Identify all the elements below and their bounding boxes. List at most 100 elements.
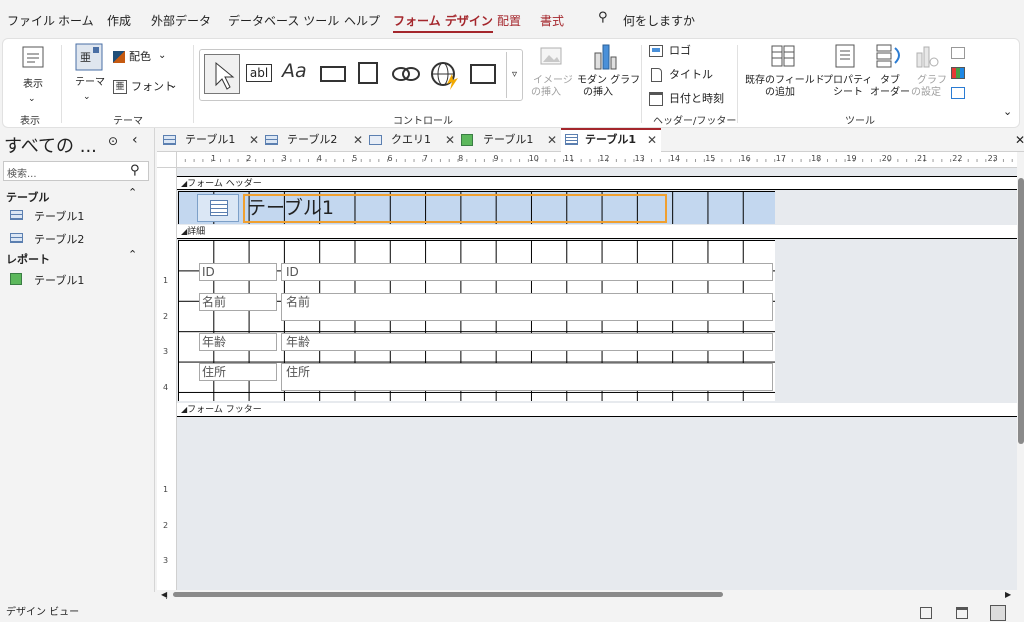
horizontal-scrollbar[interactable]: ◀ ▶ xyxy=(157,590,1017,599)
menu-external-data[interactable]: 外部データ xyxy=(151,12,211,29)
subform-icon[interactable] xyxy=(951,87,965,99)
label-name[interactable]: 名前 xyxy=(199,293,277,311)
collapse-pane-icon[interactable]: ‹ xyxy=(132,132,138,148)
view-button[interactable]: 表示 ⌄ xyxy=(13,43,51,105)
nav-search[interactable]: 検索... ⚲ xyxy=(3,161,149,181)
tab-order-label2: オーダー xyxy=(870,87,910,98)
chart-settings-button: グラフ の設定 xyxy=(909,43,947,105)
close-icon[interactable]: ✕ xyxy=(647,130,657,150)
menu-create[interactable]: 作成 xyxy=(107,12,131,29)
insert-modern-chart-button[interactable]: モダン グラフ の挿入 xyxy=(575,43,640,105)
textbox-tool[interactable]: abl xyxy=(246,64,272,82)
collapse-ribbon-icon[interactable]: ⌄ xyxy=(1003,105,1012,118)
insert-modern-chart-label: モダン グラフ xyxy=(577,75,641,86)
menu-format[interactable]: 書式 xyxy=(540,12,564,29)
form-design-surface: 1 2 3 4 5 6 7 8 9 10 11 12 13 14 15 16 17 18 19 20 21 22 23 12… xyxy=(157,152,1024,601)
header-footer-group-label: ヘッダー/フッター xyxy=(653,116,737,127)
menu-database-tools[interactable]: データベース ツール xyxy=(228,12,339,29)
detail-band[interactable]: ◢詳細 xyxy=(177,225,1017,239)
scroll-thumb[interactable] xyxy=(173,592,723,597)
form-footer-band[interactable]: ◢フォーム フッター xyxy=(177,403,1017,417)
tab-label: テーブル1 xyxy=(585,133,636,146)
label-tool[interactable]: Aa xyxy=(282,60,307,82)
color-button[interactable]: 配色 ⌄ xyxy=(113,49,173,65)
vertical-scrollbar[interactable] xyxy=(1017,168,1024,590)
textbox-id[interactable]: ID xyxy=(281,263,773,281)
logo-button[interactable]: ロゴ xyxy=(649,43,719,59)
nav-search-input[interactable]: 検索... xyxy=(7,165,37,180)
tab-table2[interactable]: テーブル2 ✕ xyxy=(265,130,365,152)
tab-label: テーブル1 xyxy=(185,133,236,146)
chevron-up-icon[interactable]: ⌃ xyxy=(128,248,137,261)
close-icon[interactable]: ✕ xyxy=(445,130,455,150)
design-view-icon[interactable] xyxy=(990,605,1006,621)
chevron-up-icon[interactable]: ⌃ xyxy=(128,186,137,199)
ruler-tick-label: 16 xyxy=(740,154,751,163)
nav-menu-icon[interactable]: ⊙ xyxy=(108,134,118,148)
scroll-thumb[interactable] xyxy=(1018,178,1024,444)
menu-form-design[interactable]: フォーム デザイン xyxy=(393,12,493,33)
close-icon[interactable]: ✕ xyxy=(249,130,259,150)
nav-item-label: テーブル1 xyxy=(34,210,85,223)
web-browser-icon[interactable] xyxy=(430,60,460,90)
search-icon[interactable]: ⚲ xyxy=(130,163,140,178)
tab-table1[interactable]: テーブル1 ✕ xyxy=(163,130,261,152)
reports-heading[interactable]: レポート xyxy=(6,251,50,267)
link-icon[interactable] xyxy=(392,62,420,86)
label-address[interactable]: 住所 xyxy=(199,363,277,381)
nav-title[interactable]: すべての ... xyxy=(4,132,97,158)
font-button[interactable]: 亜 フォント ⌄ xyxy=(113,79,183,95)
close-icon[interactable]: ✕ xyxy=(353,130,363,150)
layout-view-icon[interactable] xyxy=(956,607,968,619)
menu-help[interactable]: ヘルプ xyxy=(344,12,380,29)
view-group-label: 表示 xyxy=(20,116,40,127)
chart-settings-icon xyxy=(916,46,939,68)
label-id[interactable]: ID xyxy=(199,263,277,281)
tab-form-table1-active[interactable]: テーブル1 ✕ xyxy=(561,128,661,152)
date-time-button[interactable]: 日付と時刻 xyxy=(649,91,729,107)
textbox-name[interactable]: 名前 xyxy=(281,293,773,321)
small-tool-icon[interactable] xyxy=(951,47,965,59)
ruler-tick-label: 14 xyxy=(669,154,681,163)
chevron-down-icon: ⌄ xyxy=(158,50,167,61)
color-tool-icon[interactable] xyxy=(951,67,965,79)
title-button[interactable]: タイトル xyxy=(649,67,719,83)
gallery-more-button[interactable]: ▿ xyxy=(506,52,522,98)
form-logo-placeholder[interactable] xyxy=(197,194,239,222)
menu-file[interactable]: ファイル xyxy=(7,12,55,29)
scroll-left-icon[interactable]: ◀ xyxy=(161,590,167,599)
textbox-address[interactable]: 住所 xyxy=(281,363,773,391)
label-age[interactable]: 年齢 xyxy=(199,333,277,351)
tab-order-button[interactable]: タブ オーダー xyxy=(869,43,910,105)
property-sheet-icon xyxy=(835,44,855,68)
form-header-band[interactable]: ◢フォーム ヘッダー xyxy=(177,176,1017,190)
property-sheet-button[interactable]: プロパティ シート xyxy=(821,43,872,105)
table-icon xyxy=(10,210,23,220)
close-icon[interactable]: ✕ xyxy=(547,130,557,150)
menu-arrange[interactable]: 配置 xyxy=(497,12,521,29)
color-label: 配色 xyxy=(129,50,151,63)
textbox-age[interactable]: 年齢 xyxy=(281,333,773,351)
select-tool[interactable] xyxy=(204,54,240,94)
menu-home[interactable]: ホーム xyxy=(58,12,94,29)
search-icon[interactable]: ⚲ xyxy=(598,10,608,25)
navigation-control-tool[interactable] xyxy=(470,64,496,84)
ruler-tick-label: 21 xyxy=(917,154,928,163)
form-view-icon[interactable] xyxy=(920,607,932,619)
theme-button[interactable]: 亜 テーマ ⌄ xyxy=(69,41,107,103)
scroll-right-icon[interactable]: ▶ xyxy=(1005,590,1011,599)
theme-group-label: テーマ xyxy=(113,116,143,127)
tables-heading[interactable]: テーブル xyxy=(6,189,49,205)
form-title-label[interactable]: テーブル1 xyxy=(243,194,667,223)
form-selector[interactable] xyxy=(157,152,177,168)
ribbon: 表示 ⌄ 表示 亜 テーマ ⌄ 配色 ⌄ 亜 フォント ⌄ テーマ abl Aa… xyxy=(2,38,1020,128)
tab-report-table1[interactable]: テーブル1 ✕ xyxy=(461,130,559,152)
add-existing-fields-button[interactable]: 既存のフィールド の追加 xyxy=(743,43,825,105)
band-marker-icon: ◢ xyxy=(181,227,188,236)
close-document-icon[interactable]: ✕ xyxy=(1015,133,1024,147)
tell-me-input[interactable]: 何をしますか xyxy=(623,12,695,29)
button-tool[interactable] xyxy=(320,66,346,82)
status-bar: デザイン ビュー xyxy=(0,604,1024,622)
tab-query1[interactable]: クエリ1 ✕ xyxy=(369,130,457,152)
tab-control-tool[interactable] xyxy=(358,62,378,84)
